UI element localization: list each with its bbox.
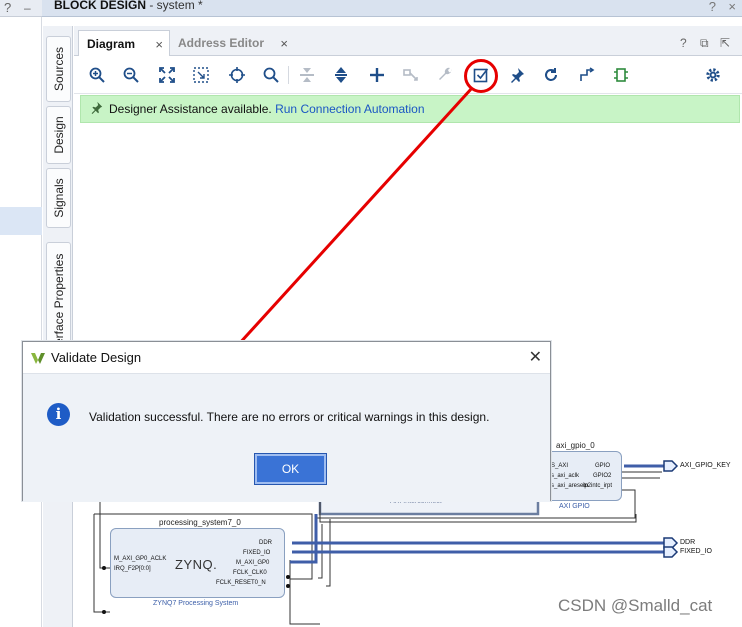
info-icon: i bbox=[47, 403, 70, 426]
pin-icon bbox=[90, 101, 103, 117]
auto-fit-selection-icon[interactable] bbox=[226, 64, 248, 86]
optimize-routing-icon[interactable] bbox=[576, 64, 598, 86]
collapse-all-icon[interactable] bbox=[296, 64, 318, 86]
help-icon[interactable]: ? bbox=[680, 36, 687, 50]
zoom-area-icon[interactable] bbox=[190, 64, 212, 86]
dialog-message: Validation successful. There are no erro… bbox=[89, 410, 490, 424]
axi-gpio-port-aclk: s_axi_aclk bbox=[551, 473, 580, 479]
close-icon[interactable]: ✕ bbox=[529, 347, 542, 367]
side-tab-label: Sources bbox=[51, 46, 66, 92]
close-icon[interactable]: × bbox=[728, 0, 736, 14]
dialog-body: i Validation successful. There are no er… bbox=[23, 373, 550, 502]
side-tab-label: Design bbox=[51, 116, 66, 154]
validate-design-dialog: Validate Design ✕ i Validation successfu… bbox=[22, 341, 551, 502]
dialog-title-bar: Validate Design ✕ bbox=[23, 342, 550, 373]
title-text: BLOCK DESIGN bbox=[54, 0, 147, 12]
editor-tab-bar: Diagram × Address Editor × ? ⧉ ⇱ bbox=[74, 26, 742, 57]
close-icon[interactable]: × bbox=[280, 36, 288, 51]
outer-help-icon[interactable]: ? bbox=[4, 0, 11, 15]
outer-minimize-icon[interactable]: – bbox=[24, 1, 31, 15]
tab-address-editor[interactable]: Address Editor × bbox=[170, 30, 294, 57]
designer-assistance-banner: Designer Assistance available. Run Conne… bbox=[80, 95, 740, 123]
add-ip-icon[interactable] bbox=[366, 64, 388, 86]
axi-gpio-type: AXI GPIO bbox=[559, 503, 590, 510]
axi-gpio-block[interactable]: S_AXI s_axi_aclk s_axi_aresetn GPIO GPIO… bbox=[542, 451, 622, 501]
close-icon[interactable]: × bbox=[155, 37, 163, 52]
axi-gpio-port-gpio2: GPIO2 bbox=[593, 473, 612, 479]
gear-icon[interactable] bbox=[702, 64, 724, 86]
zynq-processing-system-block[interactable]: M_AXI_GP0_ACLK IRQ_F2P[0:0] ZYNQ. DDR FI… bbox=[110, 528, 285, 598]
ps-type: ZYNQ7 Processing System bbox=[153, 600, 239, 607]
make-connection-icon[interactable] bbox=[400, 64, 422, 86]
ps-port-m-axi-gp0: M_AXI_GP0 bbox=[236, 560, 270, 566]
output-port-ddr: DDR bbox=[680, 539, 696, 546]
ip-block-icon[interactable] bbox=[610, 64, 632, 86]
block-design-title-bar: BLOCK DESIGN - system * ? × bbox=[42, 0, 742, 17]
banner-text: Designer Assistance available. bbox=[109, 102, 276, 116]
ps-port-fclk-clk0: FCLK_CLK0 bbox=[233, 570, 267, 576]
axi-gpio-port-gpio: GPIO bbox=[595, 463, 611, 469]
banner-message: Designer Assistance available. Run Conne… bbox=[109, 102, 425, 116]
tab-diagram-label: Diagram bbox=[87, 37, 136, 51]
axi-gpio-instance-name: axi_gpio_0 bbox=[556, 441, 595, 450]
selected-row-highlight[interactable] bbox=[0, 207, 42, 235]
title-subtitle: - system * bbox=[146, 0, 203, 12]
ok-button[interactable]: OK bbox=[254, 453, 327, 485]
run-connection-automation-link[interactable]: Run Connection Automation bbox=[275, 102, 424, 116]
side-tab-sources[interactable]: Sources bbox=[46, 36, 71, 102]
ps-port-fixed-io: FIXED_IO bbox=[243, 550, 271, 556]
ps-instance-name: processing_system7_0 bbox=[159, 518, 241, 527]
watermark: CSDN @Smalld_cat bbox=[558, 596, 713, 615]
tab-diagram[interactable]: Diagram × bbox=[78, 30, 170, 57]
tab-address-editor-label: Address Editor bbox=[178, 36, 265, 50]
dialog-title: Validate Design bbox=[51, 350, 142, 365]
output-port-axi-gpio-key: AXI_GPIO_KEY bbox=[680, 462, 731, 469]
toolbar-separator bbox=[288, 66, 289, 84]
vivado-logo-icon bbox=[30, 350, 46, 366]
output-port-fixed-io: FIXED_IO bbox=[680, 548, 712, 555]
side-tab-signals[interactable]: Signals bbox=[46, 168, 71, 228]
zoom-fit-icon[interactable] bbox=[156, 64, 178, 86]
zynq-logo: ZYNQ. bbox=[175, 557, 218, 572]
diagram-toolbar bbox=[74, 56, 742, 94]
annotation-circle bbox=[464, 59, 498, 93]
axi-gpio-port-s-axi: S_AXI bbox=[551, 463, 569, 469]
ps-port-m-axi-gp0-aclk: M_AXI_GP0_ACLK bbox=[114, 556, 167, 562]
wrench-icon[interactable] bbox=[434, 64, 456, 86]
outer-panel-header: ? – bbox=[0, 0, 42, 17]
side-tab-design[interactable]: Design bbox=[46, 106, 71, 164]
ps-port-irq-f2p: IRQ_F2P[0:0] bbox=[114, 566, 151, 572]
block-design-title: BLOCK DESIGN - system * bbox=[54, 0, 203, 12]
side-tab-label: Signals bbox=[51, 178, 66, 218]
ps-port-fclk-reset0: FCLK_RESET0_N bbox=[216, 580, 266, 586]
expand-all-icon[interactable] bbox=[330, 64, 352, 86]
help-icon[interactable]: ? bbox=[709, 0, 716, 14]
side-tab-strip: Sources Design Signals Interface Propert… bbox=[43, 26, 73, 627]
float-icon[interactable]: ⇱ bbox=[720, 36, 730, 50]
restore-icon[interactable]: ⧉ bbox=[700, 36, 709, 51]
ps-port-ddr: DDR bbox=[259, 540, 272, 546]
pin-icon[interactable] bbox=[506, 64, 528, 86]
zoom-out-icon[interactable] bbox=[120, 64, 142, 86]
regenerate-layout-icon[interactable] bbox=[540, 64, 562, 86]
left-outer-panel bbox=[0, 17, 42, 627]
zoom-in-icon[interactable] bbox=[86, 64, 108, 86]
search-icon[interactable] bbox=[260, 64, 282, 86]
axi-gpio-port-irq: ip2intc_irpt bbox=[583, 483, 613, 489]
